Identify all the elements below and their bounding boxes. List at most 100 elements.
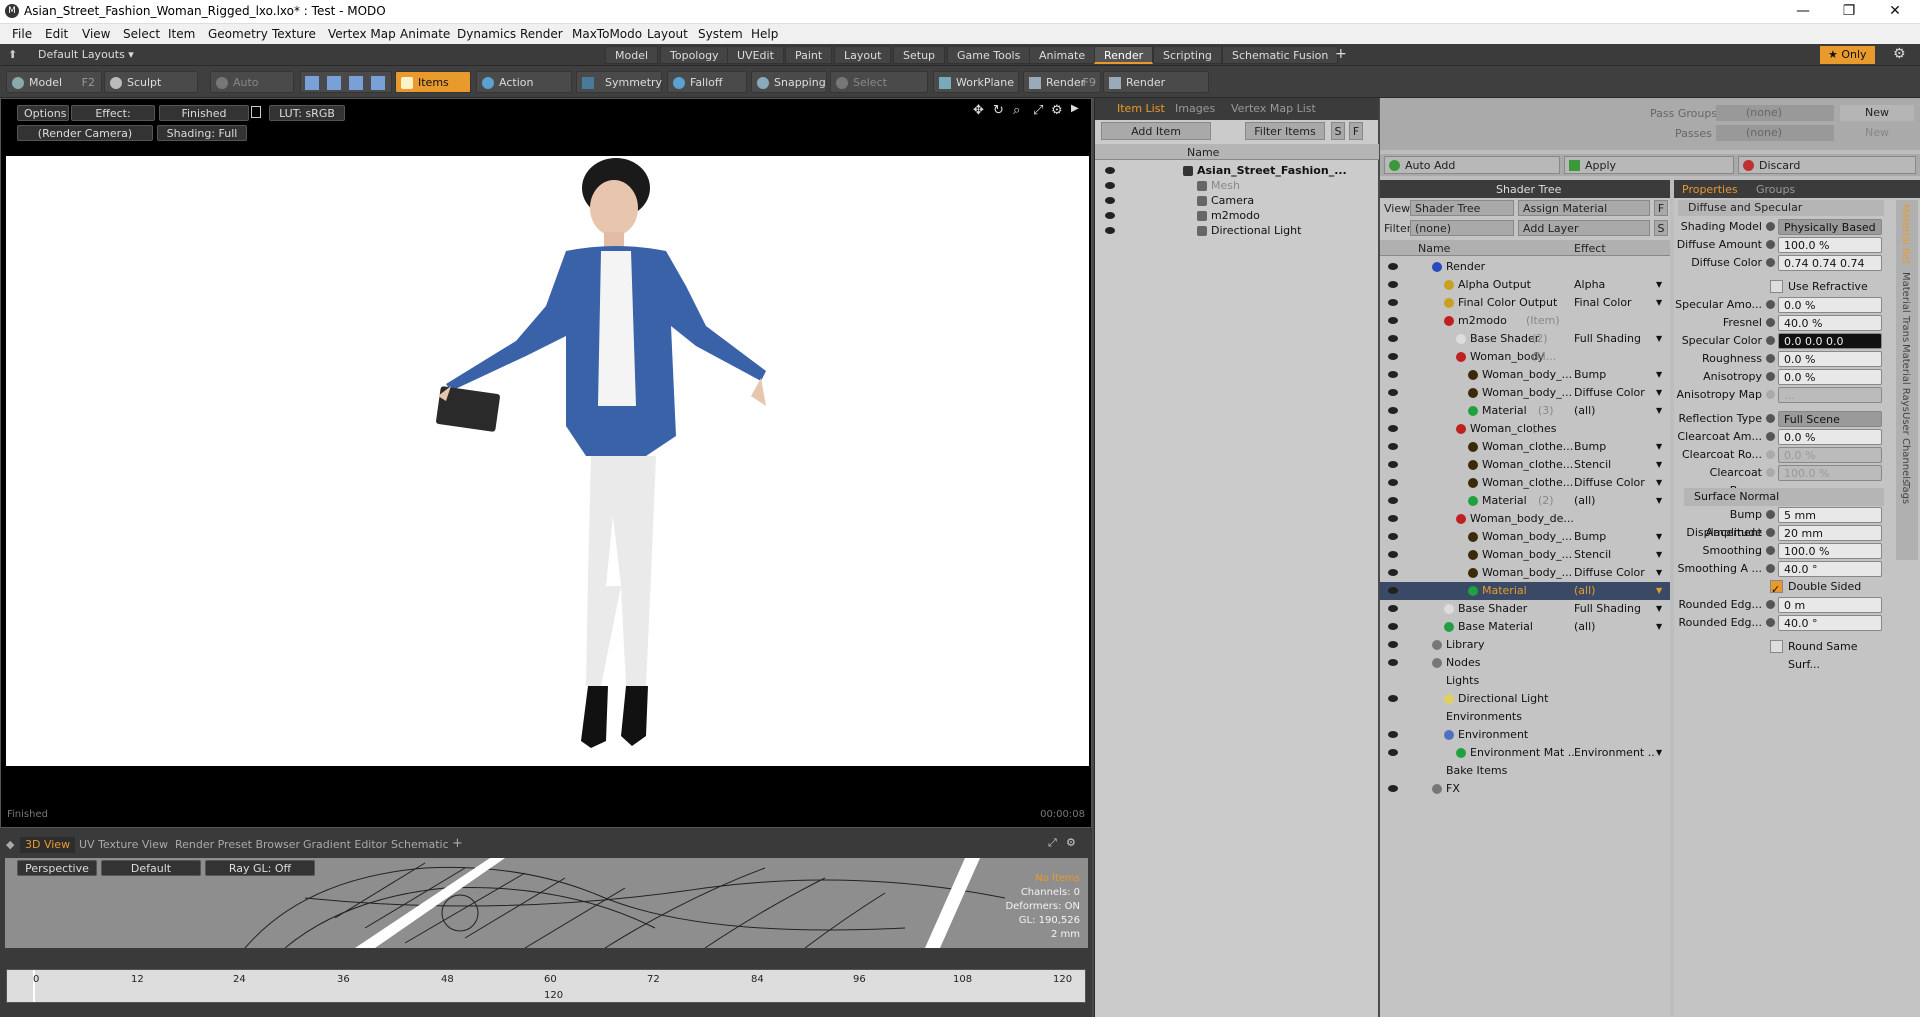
tab-3d-view[interactable]: 3D View [20,837,76,853]
property-row[interactable]: Smoothing A ... 40.0 ° [1674,560,1890,578]
effect-dropdown-arrow-icon[interactable]: ▼ [1656,474,1662,492]
eye-icon[interactable] [1388,605,1398,612]
channel-dot-icon[interactable] [1766,240,1775,249]
shader-item-effect[interactable]: (all) [1574,582,1656,600]
shader-row[interactable]: Woman_clothes (... [1380,420,1670,438]
property-value[interactable]: 40.0 ° [1778,561,1882,577]
menu-select[interactable]: Select [123,27,160,41]
s-toggle[interactable]: S [1331,122,1345,140]
eye-icon[interactable] [1388,695,1398,702]
property-value[interactable]: 0.0 % [1778,369,1882,385]
default-style-dropdown[interactable]: Default [101,860,201,876]
menu-help[interactable]: Help [751,27,778,41]
menu-system[interactable]: System [698,27,743,41]
render-button[interactable]: Render F9 [1023,71,1101,93]
shader-item-effect[interactable]: Bump [1574,366,1656,384]
tab-images[interactable]: Images [1175,102,1215,115]
add-item-button[interactable]: Add Item [1101,122,1211,140]
property-row[interactable]: Clearcoat Ro... 0.0 % [1674,446,1890,464]
tab-gradient-editor[interactable]: Gradient Editor [298,837,392,853]
shader-item-effect[interactable]: Diffuse Color [1574,474,1656,492]
assign-material-button[interactable]: Assign Material [1518,200,1650,216]
shader-item-effect[interactable]: Diffuse Color [1574,384,1656,402]
channel-dot-icon[interactable] [1766,432,1775,441]
property-value[interactable]: 0.0 % [1778,297,1882,313]
eye-icon[interactable] [1388,299,1398,306]
menu-render[interactable]: Render [520,27,563,41]
property-row[interactable]: Use Refractive In... [1674,278,1890,311]
property-value[interactable]: 0 m [1778,597,1882,613]
eye-icon[interactable] [1388,785,1398,792]
shader-row[interactable]: Woman_body_de... [1380,510,1670,528]
effect-dropdown-arrow-icon[interactable]: ▼ [1656,294,1662,312]
channel-dot-icon[interactable] [1766,372,1775,381]
eye-icon[interactable] [1388,659,1398,666]
close-button[interactable]: ✕ [1872,0,1918,24]
shader-row[interactable]: Woman_body_... Diffuse Color ▼ [1380,564,1670,582]
menu-geometry[interactable]: Geometry [208,27,268,41]
effect-column[interactable]: Effect [1574,242,1606,255]
tab-layout[interactable]: Layout [834,46,892,64]
shader-item-effect[interactable]: Full Shading [1574,600,1656,618]
menu-file[interactable]: File [12,27,32,41]
channel-dot-icon[interactable] [1766,510,1775,519]
property-row[interactable]: Bump Amplitude 5 mm [1674,506,1890,539]
effect-dropdown-arrow-icon[interactable]: ▼ [1656,456,1662,474]
vertex-mode-icon[interactable] [305,76,319,90]
auto-add-button[interactable]: Auto Add [1384,156,1560,174]
gear-icon[interactable]: ⚙ [1893,46,1906,62]
property-value[interactable]: 5 mm [1778,507,1882,523]
shader-item-effect[interactable]: Alpha [1574,276,1656,294]
menu-maxtomodo[interactable]: MaxToModo [572,27,642,41]
filter-dropdown[interactable]: (none) [1410,220,1514,236]
eye-icon[interactable] [1388,407,1398,414]
eye-icon[interactable] [1388,515,1398,522]
channel-dot-icon[interactable] [1766,300,1775,309]
property-value[interactable]: 100.0 % [1778,237,1882,253]
shader-row[interactable]: Environments [1380,708,1670,726]
channel-dot-icon[interactable] [1766,600,1775,609]
eye-icon[interactable] [1388,443,1398,450]
eye-icon[interactable] [1388,317,1398,324]
pan-icon[interactable]: ✥ [973,103,984,118]
property-value[interactable]: 40.0 % [1778,315,1882,331]
eye-icon[interactable] [1105,212,1115,219]
tab-properties[interactable]: Properties [1682,183,1738,196]
shader-row[interactable]: Woman_body_... Bump ▼ [1380,366,1670,384]
shader-item-effect[interactable]: (all) [1574,492,1656,510]
tab-scripting[interactable]: Scripting [1153,46,1222,64]
tab-render[interactable]: Render [1094,46,1154,64]
channel-dot-icon[interactable] [1766,528,1775,537]
passes-dropdown[interactable]: (none) [1716,125,1834,141]
shader-row[interactable]: Base Shader Full Shading ▼ [1380,600,1670,618]
f-toggle[interactable]: F [1349,122,1363,140]
apply-button[interactable]: Apply [1564,156,1734,174]
shader-row[interactable]: Material (all) ▼ [1380,582,1670,600]
tab-groups[interactable]: Groups [1756,183,1795,196]
tab-model[interactable]: Model [605,46,659,64]
property-row[interactable]: Specular Amo... 0.0 % [1674,296,1890,314]
property-row[interactable]: Surface Normal [1674,488,1890,506]
property-value[interactable]: 40.0 ° [1778,615,1882,631]
effect-dropdown-arrow-icon[interactable]: ▼ [1656,366,1662,384]
view-dropdown[interactable]: Shader Tree [1410,200,1514,216]
shader-row[interactable]: Woman_body_... Diffuse Color ▼ [1380,384,1670,402]
auto-select-button[interactable]: Auto Select [210,71,294,111]
shader-row[interactable]: Woman_clothe... Diffuse Color ▼ [1380,474,1670,492]
effect-dropdown-arrow-icon[interactable]: ▼ [1656,384,1662,402]
default-layouts-dropdown[interactable]: Default Layouts ▾ [38,48,134,61]
shader-item-effect[interactable]: (all) [1574,402,1656,420]
shader-row[interactable]: Render [1380,258,1670,276]
shader-item-effect[interactable]: Final Color [1574,294,1656,312]
channel-dot-icon[interactable] [1766,546,1775,555]
property-row[interactable]: Shading Model Physically Based [1674,218,1890,236]
eye-icon[interactable] [1388,353,1398,360]
add-layer-dropdown[interactable]: Add Layer [1518,220,1650,236]
property-row[interactable]: ✓ Double Sided [1674,578,1890,596]
property-row[interactable]: Anisotropy Map... [1674,386,1890,404]
property-row[interactable]: Specular Color 0.0 0.0 0.0 [1674,332,1890,350]
effect-dropdown-arrow-icon[interactable]: ▼ [1656,618,1662,636]
eye-icon[interactable] [1388,551,1398,558]
shader-row[interactable]: Base Material (all) ▼ [1380,618,1670,636]
channel-dot-icon[interactable] [1766,468,1775,477]
